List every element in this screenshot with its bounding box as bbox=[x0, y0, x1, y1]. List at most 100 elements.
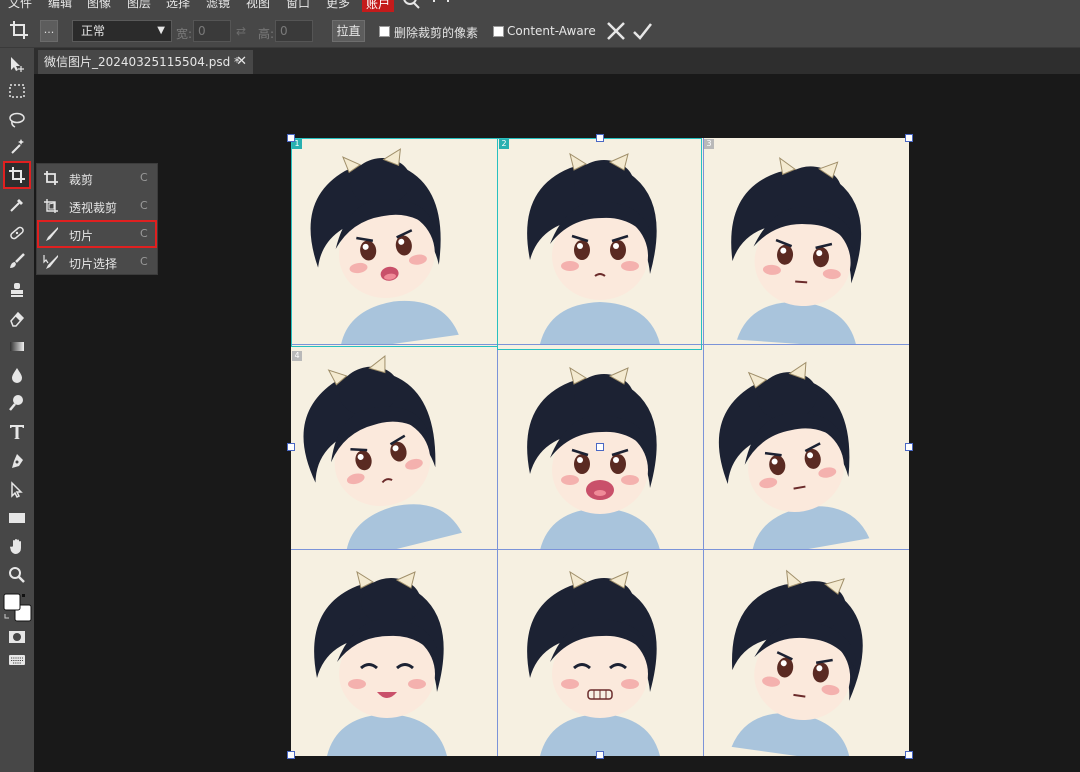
shortcut-key: C bbox=[140, 199, 148, 212]
crop-mode-value: 正常 bbox=[81, 24, 106, 38]
slice-select-icon bbox=[43, 254, 59, 270]
character-illustration bbox=[703, 138, 909, 344]
crop-handle-top-right[interactable] bbox=[905, 134, 913, 142]
color-swatches[interactable] bbox=[3, 593, 33, 623]
search-icon[interactable] bbox=[402, 0, 422, 12]
flyout-label: 切片 bbox=[69, 229, 94, 243]
text-tool-icon[interactable] bbox=[5, 420, 29, 444]
fullscreen-icon[interactable] bbox=[432, 0, 450, 12]
path-select-icon[interactable] bbox=[5, 478, 29, 502]
menu-filter[interactable]: 滤镜 bbox=[206, 0, 230, 11]
width-field[interactable]: 0 bbox=[193, 20, 231, 42]
menu-select[interactable]: 选择 bbox=[166, 0, 190, 11]
sticker-image-6 bbox=[703, 344, 909, 550]
move-tool-icon[interactable] bbox=[5, 52, 29, 76]
dodge-tool-icon[interactable] bbox=[5, 391, 29, 415]
crop-tool-icon[interactable] bbox=[3, 161, 31, 189]
eyedropper-icon[interactable] bbox=[5, 193, 29, 217]
close-tab-icon[interactable]: ✕ bbox=[236, 50, 247, 74]
more-options-button[interactable]: ... bbox=[40, 20, 58, 42]
magic-wand-icon[interactable] bbox=[5, 134, 29, 158]
delete-cropped-checkbox[interactable] bbox=[379, 26, 390, 37]
keyboard-icon[interactable] bbox=[5, 648, 29, 672]
crop-handle-top-left[interactable] bbox=[287, 134, 295, 142]
zoom-tool-icon[interactable] bbox=[5, 563, 29, 587]
slice-number-4: 4 bbox=[292, 351, 302, 361]
document-tab-title: 微信图片_20240325115504.psd * bbox=[44, 55, 241, 69]
menu-view[interactable]: 视图 bbox=[246, 0, 270, 11]
character-illustration bbox=[703, 550, 909, 756]
menu-layer[interactable]: 图层 bbox=[127, 0, 151, 11]
rectangle-tool-icon[interactable] bbox=[5, 506, 29, 530]
character-illustration bbox=[291, 344, 497, 550]
crop-icon bbox=[43, 170, 59, 186]
slice-number-3: 3 bbox=[704, 139, 714, 149]
sticker-image-9 bbox=[703, 550, 909, 756]
slice-icon bbox=[43, 226, 59, 242]
brush-tool-icon[interactable] bbox=[5, 249, 29, 273]
sticker-image-3 bbox=[703, 138, 909, 344]
eraser-tool-icon[interactable] bbox=[5, 306, 29, 330]
options-bar: ... 正常 ▼ 宽: 0 ⇄ 高: 0 拉直 删除裁剪的像素 Content-… bbox=[0, 12, 1080, 48]
swap-icon[interactable]: ⇄ bbox=[236, 24, 246, 38]
crop-handle-left[interactable] bbox=[287, 443, 295, 451]
quick-mask-icon[interactable] bbox=[5, 625, 29, 649]
content-aware-label: Content-Aware bbox=[507, 24, 596, 38]
sticker-image-4 bbox=[291, 344, 497, 550]
shortcut-key: C bbox=[140, 227, 148, 240]
flyout-item-crop[interactable]: 裁剪 C bbox=[37, 164, 157, 192]
crop-handle-bottom[interactable] bbox=[596, 751, 604, 759]
content-aware-checkbox[interactable] bbox=[493, 26, 504, 37]
crop-handle-center[interactable] bbox=[596, 443, 604, 451]
menu-window[interactable]: 窗口 bbox=[286, 0, 310, 11]
chevron-down-icon: ▼ bbox=[157, 25, 165, 36]
pen-tool-icon[interactable] bbox=[5, 449, 29, 473]
menu-file[interactable]: 文件 bbox=[8, 0, 32, 11]
character-illustration bbox=[703, 344, 909, 550]
character-illustration bbox=[291, 550, 497, 756]
menu-account[interactable]: 账户 bbox=[362, 0, 395, 12]
lasso-tool-icon[interactable] bbox=[5, 108, 29, 132]
flyout-item-slice-select[interactable]: 切片选择 C bbox=[37, 248, 157, 276]
document-tab[interactable]: 微信图片_20240325115504.psd * ✕ bbox=[38, 50, 253, 74]
menu-image[interactable]: 图像 bbox=[87, 0, 111, 11]
delete-cropped-label: 删除裁剪的像素 bbox=[394, 26, 479, 40]
stamp-tool-icon[interactable] bbox=[5, 278, 29, 302]
crop-handle-bottom-left[interactable] bbox=[287, 751, 295, 759]
check-icon[interactable] bbox=[632, 21, 652, 44]
blur-tool-icon[interactable] bbox=[5, 363, 29, 387]
healing-brush-icon[interactable] bbox=[5, 221, 29, 245]
height-field[interactable]: 0 bbox=[275, 20, 313, 42]
marquee-tool-icon[interactable] bbox=[5, 79, 29, 103]
height-label: 高: bbox=[258, 27, 275, 41]
width-label: 宽: bbox=[176, 27, 193, 41]
crop-handle-top[interactable] bbox=[596, 134, 604, 142]
crop-tools-flyout: 裁剪 C 透视裁剪 C 切片 C 切片选择 C bbox=[36, 163, 158, 275]
flyout-label: 切片选择 bbox=[69, 257, 118, 271]
crop-mode-select[interactable]: 正常 ▼ bbox=[72, 20, 172, 42]
hand-tool-icon[interactable] bbox=[5, 534, 29, 558]
x-icon[interactable] bbox=[606, 21, 626, 44]
crop-handle-right[interactable] bbox=[905, 443, 913, 451]
crop-tool-icon[interactable] bbox=[9, 20, 29, 43]
tools-panel bbox=[0, 48, 34, 772]
gradient-tool-icon[interactable] bbox=[5, 334, 29, 358]
straighten-button[interactable]: 拉直 bbox=[332, 20, 365, 42]
document-tabs: 微信图片_20240325115504.psd * ✕ bbox=[34, 48, 1080, 74]
crop-handle-bottom-right[interactable] bbox=[905, 751, 913, 759]
flyout-item-slice[interactable]: 切片 C bbox=[37, 220, 157, 248]
canvas-area[interactable]: 1 2 3 4 bbox=[34, 74, 1080, 772]
character-illustration bbox=[497, 550, 703, 756]
slice-1[interactable] bbox=[291, 138, 498, 347]
slice-2[interactable] bbox=[497, 138, 702, 350]
menu-more[interactable]: 更多 bbox=[326, 0, 350, 11]
sticker-image-8 bbox=[497, 550, 703, 756]
perspective-crop-icon bbox=[43, 198, 59, 214]
flyout-item-perspective-crop[interactable]: 透视裁剪 C bbox=[37, 192, 157, 220]
menu-bar: 文件 编辑 图像 图层 选择 滤镜 视图 窗口 更多 账户 bbox=[0, 0, 1080, 12]
sticker-image-7 bbox=[291, 550, 497, 756]
slice-number-2: 2 bbox=[499, 139, 509, 149]
menu-edit[interactable]: 编辑 bbox=[48, 0, 72, 11]
shortcut-key: C bbox=[140, 255, 148, 268]
flyout-label: 裁剪 bbox=[69, 173, 94, 187]
